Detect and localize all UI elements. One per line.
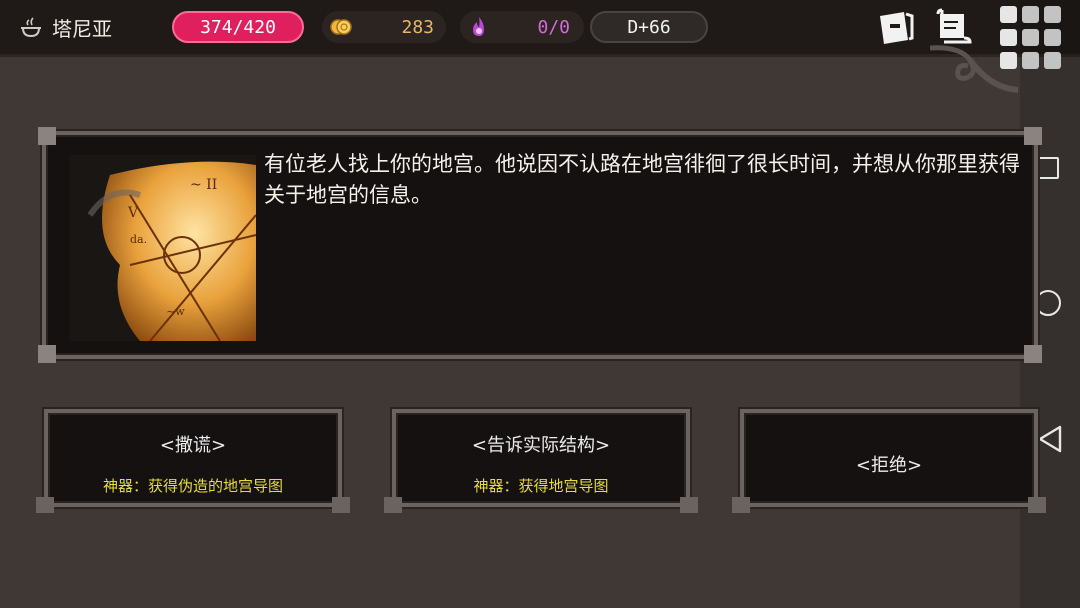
home-icon[interactable] — [1035, 290, 1061, 316]
frame-ornament — [930, 45, 1019, 93]
purple-flame-icon — [473, 17, 484, 36]
panel-corner — [1024, 345, 1042, 363]
quest-card-icon[interactable] — [876, 8, 916, 46]
choice-label: <撒谎> — [159, 435, 227, 456]
choice-label: <告诉实际结构> — [471, 435, 611, 456]
character-name: 塔尼亚 — [52, 16, 112, 41]
choice-tell-truth-button[interactable]: <告诉实际结构> 神器：获得地宫导图 — [384, 409, 698, 513]
cauldron-icon — [21, 17, 41, 38]
back-icon[interactable] — [1036, 424, 1064, 454]
frame-foot — [384, 497, 402, 513]
title-area: 塔尼亚 — [20, 12, 112, 42]
choice-effect: 神器：获得伪造的地宫导图 — [102, 477, 283, 495]
choice-effect: 神器：获得地宫导图 — [473, 477, 609, 495]
frame-foot — [1028, 497, 1046, 513]
event-map-illustration: ~ II V da. ~w — [70, 155, 256, 341]
panel-corner — [38, 127, 56, 145]
event-panel: ~ II V da. ~w 有位老人找上你的地宫。他说因不认路在地宫徘徊了很长时… — [38, 127, 1042, 363]
event-description: 有位老人找上你的地宫。他说因不认路在地宫徘徊了很长时间，并想从你那里获得关于地宫… — [264, 152, 1020, 207]
svg-text:~ II: ~ II — [190, 177, 217, 193]
frame-foot — [680, 497, 698, 513]
svg-text:da.: da. — [130, 233, 147, 246]
soul-value: 0/0 — [537, 16, 570, 38]
hp-bar: 374/420 — [172, 11, 304, 43]
top-bar: 塔尼亚 374/420 283 0/0 D+66 — [0, 0, 1080, 69]
soul-counter: 0/0 — [460, 11, 584, 43]
coins-icon — [330, 19, 352, 35]
choice-lie-button[interactable]: <撒谎> 神器：获得伪造的地宫导图 — [36, 409, 350, 513]
panel-corner — [1024, 127, 1042, 145]
frame-foot — [732, 497, 750, 513]
svg-text:~w: ~w — [166, 305, 185, 318]
panel-corner — [38, 345, 56, 363]
choice-refuse-button[interactable]: <拒绝> — [732, 409, 1046, 513]
svg-text:V: V — [127, 205, 139, 221]
frame-foot — [36, 497, 54, 513]
frame-foot — [332, 497, 350, 513]
recent-apps-icon[interactable] — [1037, 157, 1059, 179]
gold-counter: 283 — [322, 11, 446, 43]
day-counter: D+66 — [590, 11, 708, 43]
choice-label: <拒绝> — [855, 455, 923, 476]
gold-value: 283 — [401, 16, 434, 38]
